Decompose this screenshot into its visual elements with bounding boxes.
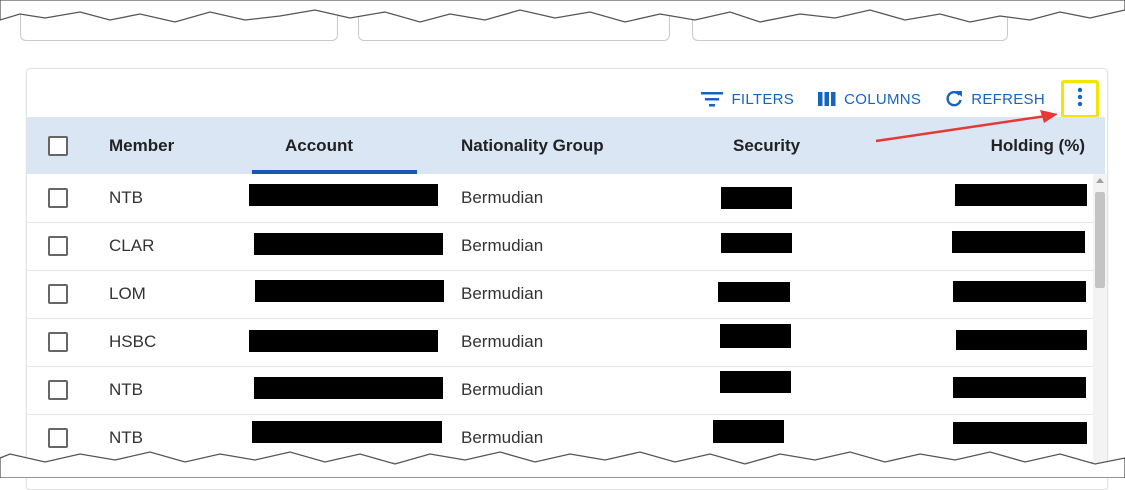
redacted-holding bbox=[953, 281, 1086, 302]
cell-member: LOM bbox=[109, 284, 146, 303]
redacted-account bbox=[254, 233, 443, 255]
row-checkbox[interactable] bbox=[48, 380, 68, 400]
redacted-holding bbox=[955, 184, 1087, 206]
table-row[interactable]: NTB Bermudian bbox=[27, 366, 1093, 415]
cell-member: NTB bbox=[109, 188, 143, 207]
redacted-account bbox=[255, 280, 444, 302]
redacted-holding bbox=[953, 422, 1087, 444]
cell-member: NTB bbox=[109, 380, 143, 399]
row-checkbox[interactable] bbox=[48, 332, 68, 352]
redacted-security bbox=[713, 420, 784, 443]
redacted-holding bbox=[952, 231, 1085, 253]
redacted-holding bbox=[953, 377, 1086, 398]
refresh-label: REFRESH bbox=[971, 90, 1045, 108]
columns-icon bbox=[818, 92, 836, 106]
cell-member: NTB bbox=[109, 428, 143, 447]
cell-member: HSBC bbox=[109, 332, 157, 351]
cell-nationality: Bermudian bbox=[461, 236, 544, 255]
column-header-security[interactable]: Security bbox=[733, 136, 800, 156]
redacted-security bbox=[720, 371, 791, 393]
row-checkbox[interactable] bbox=[48, 188, 68, 208]
cell-nationality: Bermudian bbox=[461, 428, 544, 447]
redacted-account bbox=[249, 330, 438, 352]
columns-label: COLUMNS bbox=[844, 90, 922, 108]
column-header-member[interactable]: Member bbox=[109, 136, 174, 156]
row-checkbox[interactable] bbox=[48, 428, 68, 448]
scrollbar-thumb[interactable] bbox=[1095, 192, 1105, 288]
cell-nationality: Bermudian bbox=[461, 188, 544, 207]
select-all-checkbox[interactable] bbox=[48, 135, 68, 156]
column-header-account[interactable]: Account bbox=[285, 136, 353, 156]
table-row[interactable]: CLAR Bermudian bbox=[27, 222, 1093, 271]
redacted-account bbox=[249, 184, 438, 206]
row-checkbox[interactable] bbox=[48, 284, 68, 304]
table-row[interactable]: HSBC Bermudian bbox=[27, 318, 1093, 367]
cell-nationality: Bermudian bbox=[461, 332, 544, 351]
annotation-arrow-icon bbox=[875, 110, 1058, 143]
cell-member: CLAR bbox=[109, 236, 155, 255]
column-header-nationality-group[interactable]: Nationality Group bbox=[461, 136, 604, 156]
more-vertical-icon bbox=[1077, 87, 1083, 112]
redacted-security bbox=[721, 233, 792, 253]
redacted-security bbox=[720, 324, 791, 348]
row-checkbox[interactable] bbox=[48, 236, 68, 256]
torn-edge-bottom bbox=[0, 451, 1125, 478]
cell-nationality: Bermudian bbox=[461, 284, 544, 303]
table-body: NTB Bermudian CLAR Bermudian LOM Bermudi… bbox=[27, 174, 1093, 474]
filters-button[interactable]: FILTERS bbox=[689, 81, 806, 117]
filter-lines-icon bbox=[701, 91, 724, 107]
filters-label: FILTERS bbox=[731, 90, 795, 108]
scroll-up-arrow-icon[interactable] bbox=[1096, 178, 1104, 183]
redacted-holding bbox=[956, 330, 1087, 350]
redacted-security bbox=[718, 282, 790, 302]
redacted-security bbox=[721, 187, 792, 209]
table-row[interactable]: LOM Bermudian bbox=[27, 270, 1093, 319]
redacted-account bbox=[252, 421, 442, 443]
redacted-account bbox=[254, 377, 443, 399]
cell-nationality: Bermudian bbox=[461, 380, 544, 399]
table-row[interactable]: NTB Bermudian bbox=[27, 174, 1093, 223]
torn-edge-top bbox=[0, 0, 1125, 23]
vertical-scrollbar[interactable] bbox=[1093, 174, 1107, 469]
